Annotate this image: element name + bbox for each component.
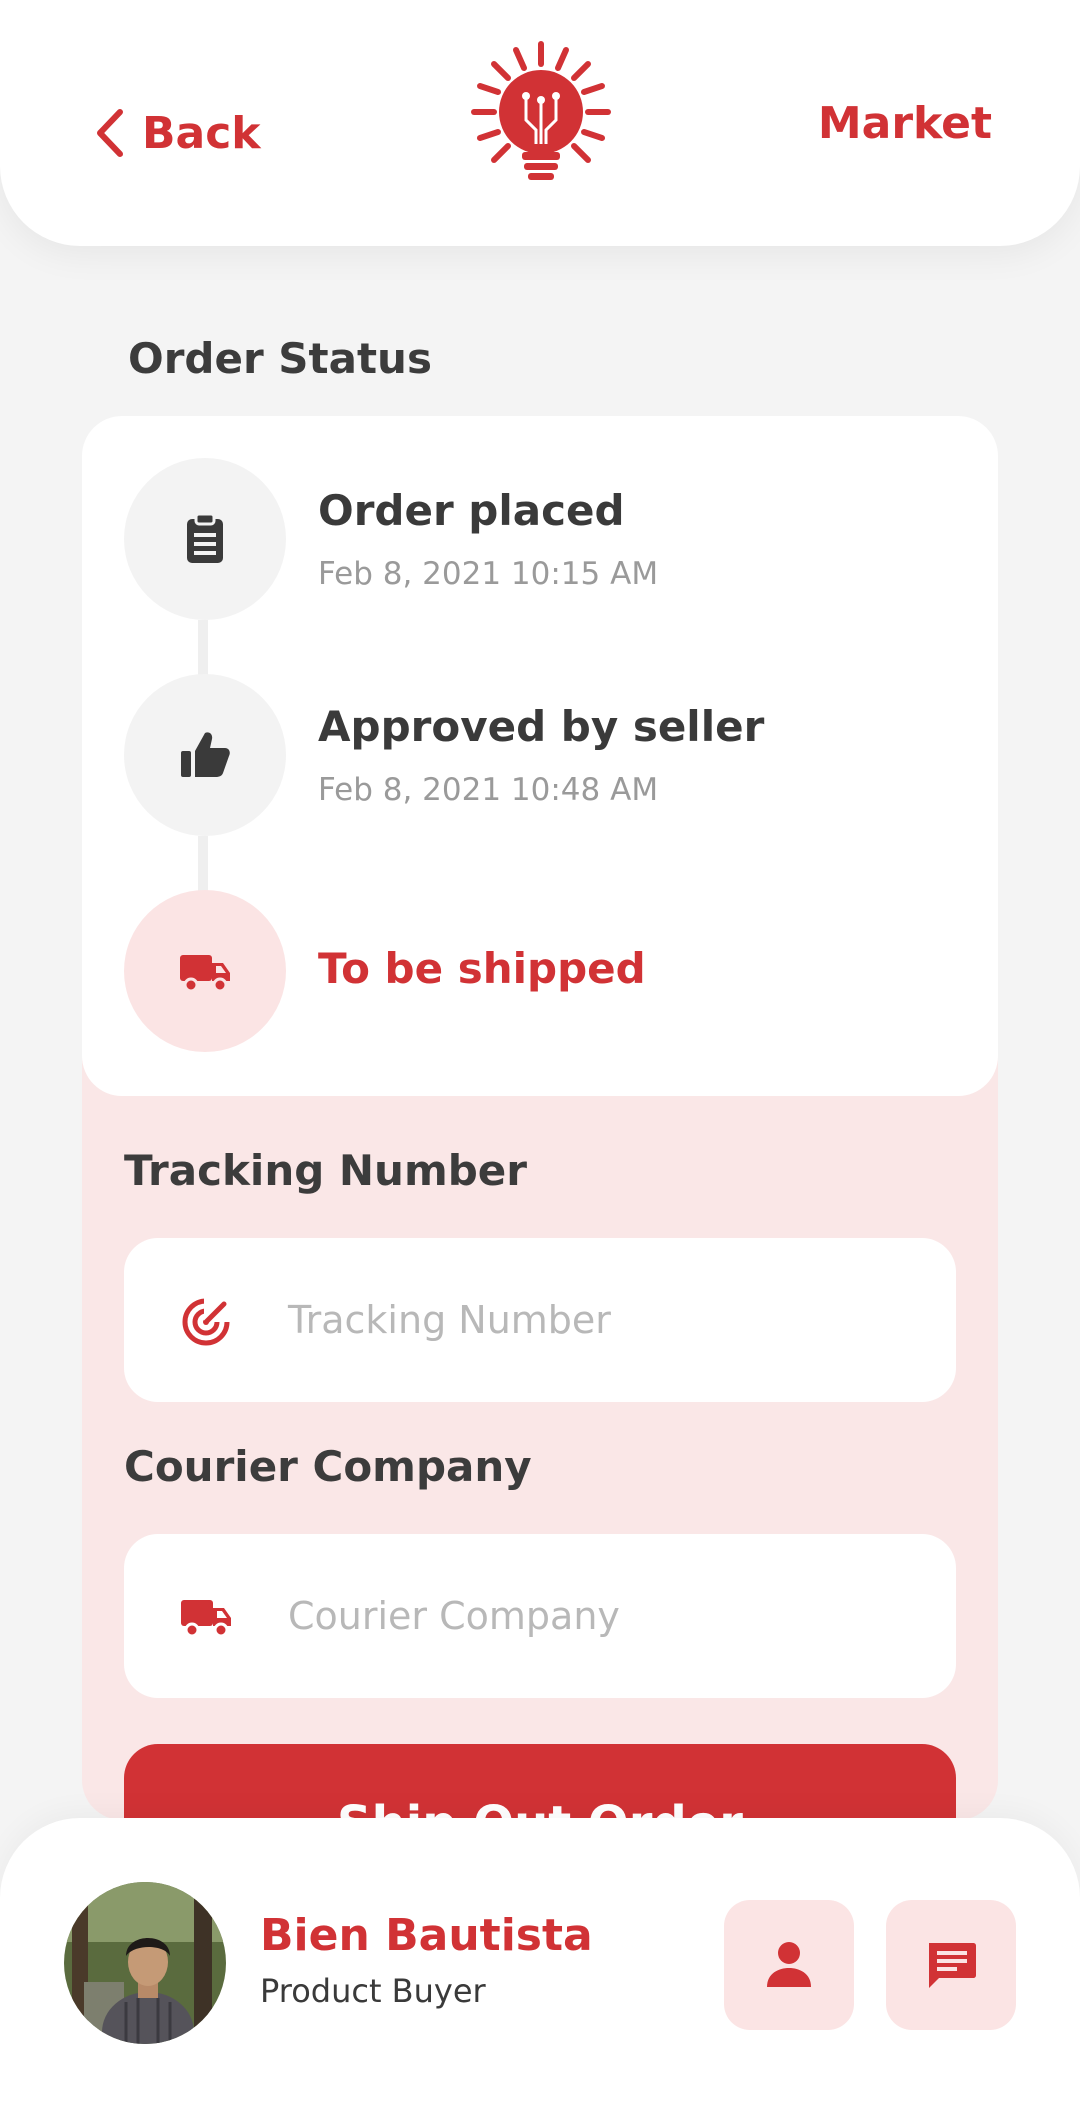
step-to-be-shipped-circle [124,890,286,1052]
avatar [64,1882,226,2044]
market-link[interactable]: Market [818,98,992,149]
truck-icon [180,955,230,993]
step-date: Feb 8, 2021 10:15 AM [318,556,659,592]
chat-button[interactable] [886,1900,1016,2030]
target-icon [182,1298,232,1346]
order-status-title: Order Status [128,334,432,383]
back-button[interactable]: Back [88,100,261,166]
timeline-connector [198,620,208,678]
courier-company-field[interactable]: Courier Company [124,1534,956,1698]
user-footer: Bien Bautista Product Buyer [0,1818,1080,2106]
step-order-placed-circle [124,458,286,620]
clipboard-icon [187,512,223,563]
truck-icon [181,1600,231,1638]
user-name: Bien Bautista [260,1910,593,1961]
tracking-number-label: Tracking Number [124,1146,527,1195]
courier-company-placeholder: Courier Company [288,1594,620,1638]
thumbs-up-icon [181,732,230,777]
chat-icon [929,1943,976,1988]
timeline-connector [198,836,208,894]
profile-button[interactable] [724,1900,854,2030]
person-icon [767,1942,811,1987]
step-date: Feb 8, 2021 10:48 AM [318,772,659,808]
back-label: Back [142,107,261,159]
step-title: Approved by seller [318,702,765,751]
step-title: To be shipped [318,944,646,993]
tracking-number-placeholder: Tracking Number [288,1298,611,1342]
chevron-left-icon [97,109,123,157]
courier-company-label: Courier Company [124,1442,532,1491]
step-approved-circle [124,674,286,836]
sun-lightbulb-logo [471,41,611,180]
user-role: Product Buyer [260,1972,486,2010]
top-header: Back Market [0,0,1080,246]
step-title: Order placed [318,486,625,535]
tracking-number-field[interactable]: Tracking Number [124,1238,956,1402]
